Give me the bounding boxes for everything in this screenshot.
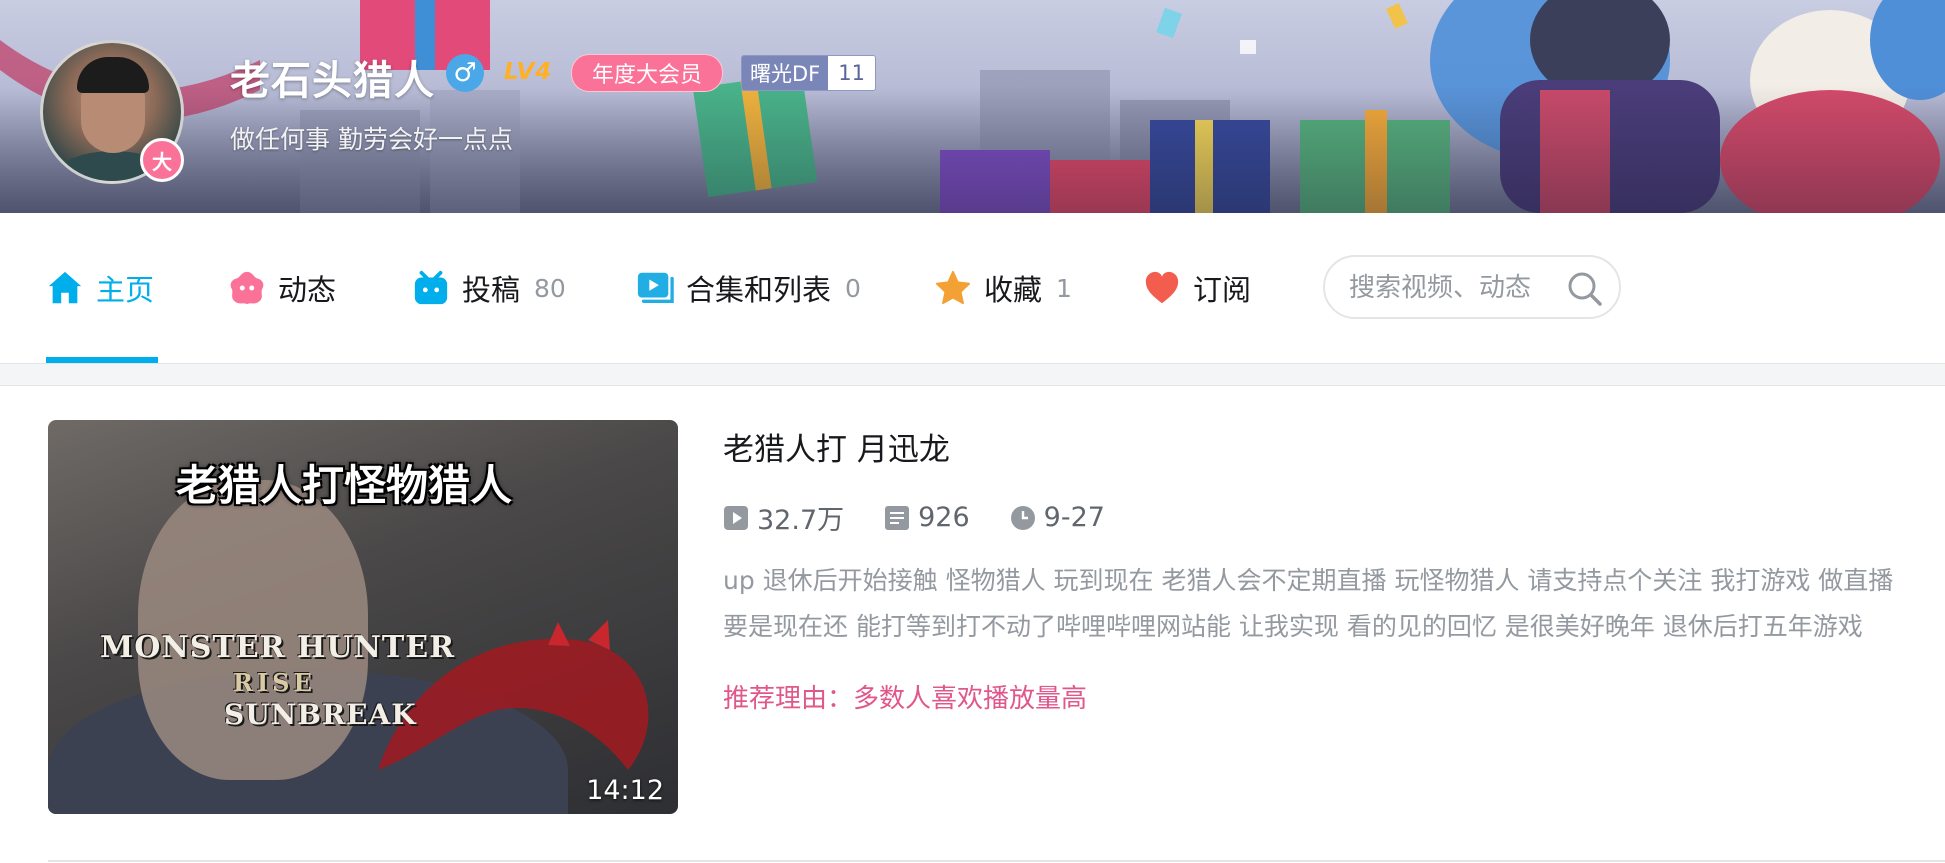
video-title[interactable]: 老猎人打 月迅龙 [723, 424, 950, 469]
user-signature: 做任何事 勤劳会好一点点 [230, 125, 513, 154]
publish-date-value: 9-27 [1043, 502, 1105, 533]
level-icon: LV4 [504, 59, 553, 85]
star-icon [935, 270, 971, 305]
banner-shade [0, 0, 1945, 213]
danmaku-icon [885, 505, 910, 530]
tab-collections[interactable]: 合集和列表 0 [636, 213, 861, 363]
logo-line-3: SUNBREAK [224, 698, 417, 731]
thumbnail-caption: 老猎人打怪物猎人 [176, 461, 513, 510]
video-thumbnail[interactable]: 老猎人打怪物猎人 MONSTER HUNTER RISE SUNBREAK 14… [48, 420, 678, 814]
fan-medal[interactable]: 曙光DF 11 [741, 55, 876, 91]
tab-label: 收藏 [984, 273, 1043, 307]
video-stats: 32.7万 926 9-27 [723, 498, 1145, 537]
tab-label: 订阅 [1193, 273, 1252, 307]
tab-dynamic[interactable]: 动态 [228, 213, 336, 363]
publish-date: 9-27 [1010, 502, 1105, 533]
fan-medal-level: 11 [828, 56, 875, 90]
vip-badge[interactable]: 年度大会员 [571, 54, 724, 92]
featured-video-card: 老猎人打怪物猎人 MONSTER HUNTER RISE SUNBREAK 14… [0, 385, 1945, 863]
logo-line-2: RISE [233, 668, 316, 697]
tab-count: 80 [534, 273, 566, 303]
clock-icon [1010, 505, 1035, 530]
tab-favorites[interactable]: 收藏 1 [934, 213, 1072, 363]
space-search [1323, 255, 1621, 319]
tab-uploads[interactable]: 投稿 80 [412, 213, 566, 363]
play-count: 32.7万 [723, 498, 844, 537]
tab-label: 主页 [96, 273, 155, 307]
profile-nav: 主页 动态 投稿 80 合集和列表 0 收藏 1 订阅 搜索视频、动态 [0, 213, 1945, 364]
tab-count: 1 [1056, 273, 1072, 303]
tab-subscriptions[interactable]: 订阅 [1143, 213, 1251, 363]
avatar-vip-badge: 大 [140, 138, 184, 182]
tab-label: 合集和列表 [686, 273, 832, 307]
tv-icon [414, 270, 448, 305]
search-icon[interactable] [1565, 269, 1605, 309]
recommend-reason: 推荐理由：多数人喜欢播放量高 [723, 684, 1088, 714]
dynamic-icon [230, 271, 264, 305]
danmaku-count: 926 [884, 502, 970, 533]
heart-icon [1145, 271, 1179, 304]
fan-medal-name: 曙光DF [742, 56, 829, 90]
search-input[interactable] [1347, 267, 1561, 309]
tab-home[interactable]: 主页 [46, 213, 154, 363]
danmaku-count-value: 926 [918, 502, 970, 533]
logo-line-1: MONSTER HUNTER [100, 630, 456, 665]
profile-banner: 大 老石头猎人 ♂ LV4 年度大会员 曙光DF 11 做任何事 勤劳会好一点点 [0, 0, 1945, 213]
play-icon [724, 505, 748, 530]
username[interactable]: 老石头猎人 [230, 48, 435, 106]
avatar-container[interactable]: 大 [40, 40, 184, 184]
home-icon [48, 271, 82, 304]
tab-count: 0 [845, 273, 861, 303]
video-description: up 退休后开始接触 怪物猎人 玩到现在 老猎人会不定期直播 玩怪物猎人 请支持… [723, 558, 1945, 650]
collection-icon [637, 272, 674, 303]
tab-label: 投稿 [462, 273, 521, 307]
male-icon: ♂ [446, 54, 484, 92]
description-line: 要是现在还 能打等到打不动了哔哩哔哩网站能 让我实现 看的见的回忆 是很美好晚年… [723, 612, 1863, 641]
video-duration: 14:12 [586, 775, 664, 806]
description-line: up 退休后开始接触 怪物猎人 玩到现在 老猎人会不定期直播 玩怪物猎人 请支持… [723, 566, 1894, 595]
play-count-value: 32.7万 [757, 505, 845, 536]
active-tab-indicator [46, 357, 158, 363]
tab-label: 动态 [278, 273, 337, 307]
